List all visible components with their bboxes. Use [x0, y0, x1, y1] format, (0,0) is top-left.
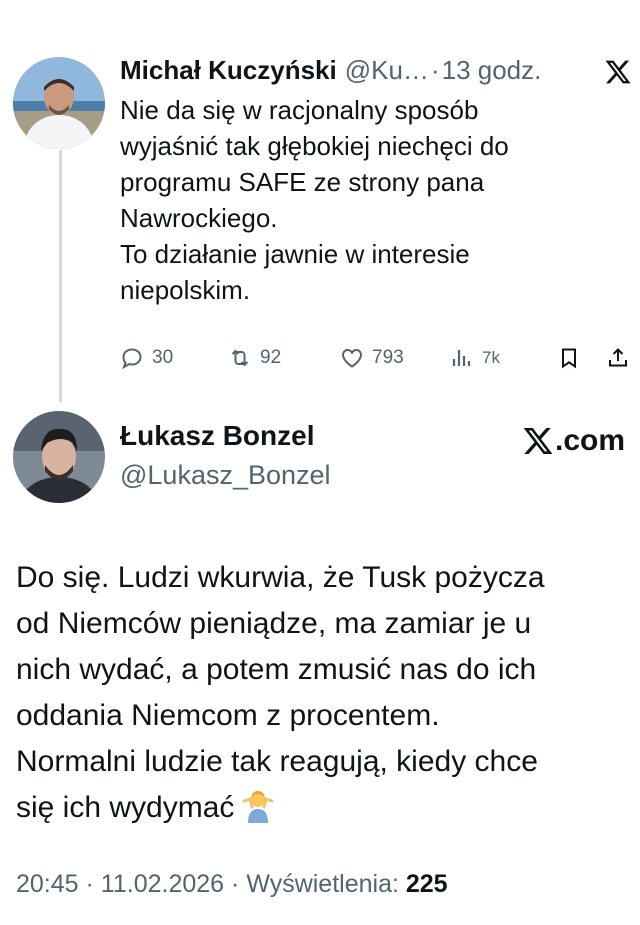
avatar[interactable]	[13, 57, 105, 149]
reply-button[interactable]: 30	[120, 340, 173, 376]
x-com-brand[interactable]: .com	[522, 424, 625, 458]
reply-icon	[122, 348, 142, 370]
text-line: Do się. Ludzi wkurwia, że Tusk pożycza	[16, 561, 545, 594]
text-line: Nie da się w racjonalny sposób	[120, 95, 479, 125]
text-line: To działanie jawnie w interesie	[120, 239, 470, 269]
author-handle[interactable]: @Ku…	[345, 55, 429, 86]
analytics-icon	[452, 350, 471, 366]
separator-dot: ·	[430, 54, 440, 85]
x-logo-icon[interactable]	[604, 58, 632, 86]
author-name[interactable]: Łukasz Bonzel	[120, 420, 314, 452]
text-line: niepolskim.	[120, 275, 251, 305]
views-button[interactable]: 7k	[450, 340, 500, 376]
retweet-icon	[231, 349, 249, 367]
reply-count: 30	[152, 347, 174, 368]
author-name[interactable]: Michał Kuczyński	[120, 55, 337, 86]
separator-dot: ·	[85, 870, 94, 898]
bookmark-icon	[562, 348, 576, 369]
quoted-tweet-text: Nie da się w racjonalny sposób wyjaśnić …	[120, 92, 620, 308]
like-button[interactable]: 793	[340, 340, 404, 376]
share-button[interactable]	[606, 340, 638, 376]
text-line: się ich wydymać	[16, 791, 235, 824]
tweet-time[interactable]: 20:45	[16, 870, 79, 898]
heart-icon	[341, 348, 363, 368]
tweet-text: Do się. Ludzi wkurwia, że Tusk pożycza o…	[16, 555, 626, 831]
text-line: oddania Niemcom z procentem.	[16, 699, 440, 732]
text-line: Normalni ludzie tak reagują, kiedy chce	[16, 745, 538, 778]
thread-connector-line	[59, 150, 62, 402]
text-line: od Niemców pieniądze, ma zamiar je u	[16, 607, 532, 640]
separator-dot: ·	[231, 870, 240, 898]
author-handle[interactable]: @Lukasz_Bonzel	[120, 460, 331, 491]
timestamp[interactable]: 13 godz.	[442, 55, 542, 86]
x-logo-icon	[523, 428, 553, 454]
views-count: 225	[405, 870, 448, 898]
tweet-date[interactable]: 11.02.2026	[101, 870, 224, 898]
text-line: Nawrockiego.	[120, 203, 278, 233]
retweet-button[interactable]: 92	[228, 340, 281, 376]
text-line: programu SAFE ze strony pana	[120, 167, 485, 197]
text-line: nich wydać, a potem zmusić nas do ich	[16, 653, 537, 686]
quoted-tweet-header: Michał Kuczyński @Ku… · 13 godz.	[120, 52, 541, 88]
text-line: wyjaśnić tak głębokiej niechęci do	[120, 131, 509, 161]
avatar[interactable]	[13, 411, 105, 503]
like-count: 793	[372, 347, 404, 368]
bookmark-button[interactable]	[557, 340, 589, 376]
tweet-action-bar: 30 92 793 7k	[120, 340, 635, 376]
person-shrugging-emoji-icon	[242, 791, 274, 823]
share-icon	[609, 348, 627, 367]
retweet-count: 92	[260, 347, 282, 368]
text-line-last: się ich wydymać	[16, 785, 626, 831]
views-count: 7k	[482, 348, 500, 367]
views-label: Wyświetlenia:	[246, 870, 399, 898]
tweet-meta-footer: 20:45 · 11.02.2026 · Wyświetlenia: 225	[16, 870, 448, 899]
brand-suffix: .com	[555, 424, 626, 457]
